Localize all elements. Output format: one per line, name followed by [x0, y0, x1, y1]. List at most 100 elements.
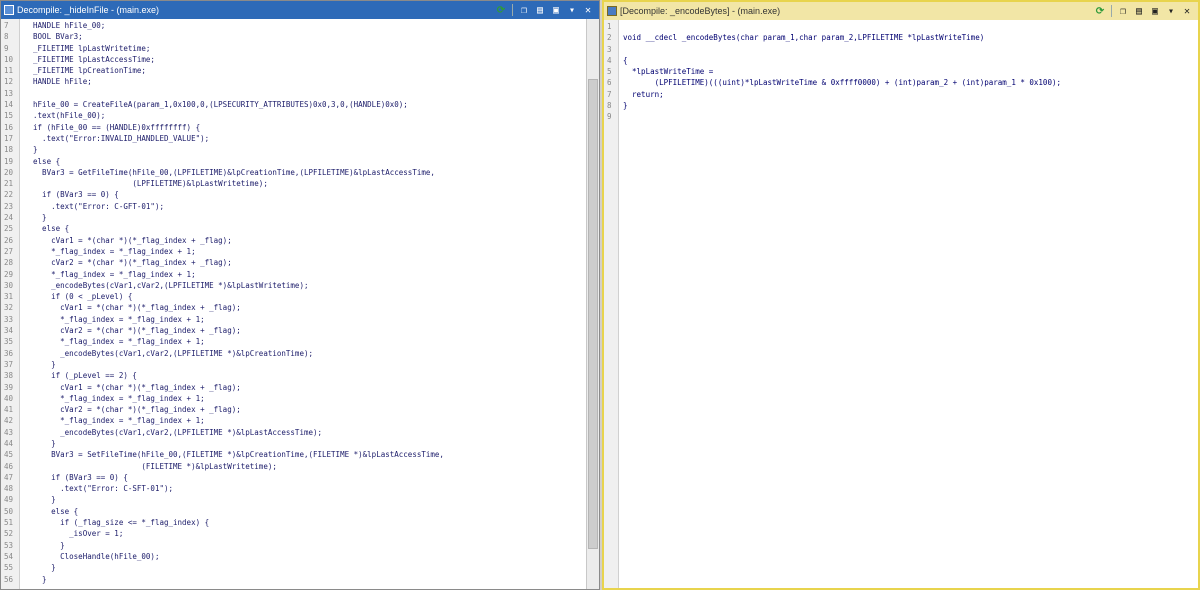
code-text[interactable]: _FILETIME lpCreationTime; — [18, 65, 146, 76]
code-line[interactable]: 33 *_flag_index = *_flag_index + 1; — [1, 314, 587, 325]
code-text[interactable]: (LPFILETIME)(((uint)*lpLastWriteTime & 0… — [617, 77, 1061, 88]
close-icon[interactable]: ✕ — [581, 3, 595, 17]
code-text[interactable]: if (_pLevel == 2) { — [18, 370, 137, 381]
code-text[interactable]: } — [18, 438, 56, 449]
code-line[interactable]: 37 } — [1, 359, 587, 370]
code-line[interactable]: 53 } — [1, 540, 587, 551]
code-text[interactable]: BVar3 = SetFileTime(hFile_00,(FILETIME *… — [18, 449, 444, 460]
code-text[interactable]: } — [18, 540, 65, 551]
code-text[interactable]: *lpLastWriteTime = — [617, 66, 713, 77]
code-text[interactable]: if (BVar3 == 0) { — [18, 472, 128, 483]
code-line[interactable]: 47 if (BVar3 == 0) { — [1, 472, 587, 483]
code-line[interactable]: 40 *_flag_index = *_flag_index + 1; — [1, 393, 587, 404]
code-text[interactable]: cVar1 = *(char *)(*_flag_index + _flag); — [18, 235, 232, 246]
code-line[interactable]: 45 BVar3 = SetFileTime(hFile_00,(FILETIM… — [1, 449, 587, 460]
code-text[interactable]: return; — [617, 89, 664, 100]
code-line[interactable]: 35 *_flag_index = *_flag_index + 1; — [1, 336, 587, 347]
export-icon[interactable]: ▤ — [1132, 4, 1146, 18]
code-line[interactable]: 22 if (BVar3 == 0) { — [1, 189, 587, 200]
code-line[interactable]: 49 } — [1, 494, 587, 505]
code-line[interactable]: 5 *lpLastWriteTime = — [604, 66, 1198, 77]
code-text[interactable] — [617, 44, 623, 55]
code-line[interactable]: 8 BOOL BVar3; — [1, 31, 587, 42]
scrollbar-thumb[interactable] — [588, 79, 598, 549]
snapshot-icon[interactable]: ▣ — [549, 3, 563, 17]
code-text[interactable]: _isOver = 1; — [18, 528, 123, 539]
code-line[interactable]: 46 (FILETIME *)&lpLastWritetime); — [1, 461, 587, 472]
code-text[interactable]: CloseHandle(hFile_00); — [18, 551, 159, 562]
menu-chevron-down-icon[interactable]: ▾ — [1164, 4, 1178, 18]
code-text[interactable]: _encodeBytes(cVar1,cVar2,(LPFILETIME *)&… — [18, 348, 313, 359]
code-text[interactable]: cVar2 = *(char *)(*_flag_index + _flag); — [18, 257, 232, 268]
code-line[interactable]: 12 HANDLE hFile; — [1, 76, 587, 87]
code-line[interactable]: 10 _FILETIME lpLastAccessTime; — [1, 54, 587, 65]
code-line[interactable]: 25 else { — [1, 223, 587, 234]
code-line[interactable]: 23 .text("Error: C-GFT-01"); — [1, 201, 587, 212]
code-line[interactable]: 56 } — [1, 574, 587, 585]
code-line[interactable]: 7 HANDLE hFile_00; — [1, 20, 587, 31]
code-line[interactable]: 34 cVar2 = *(char *)(*_flag_index + _fla… — [1, 325, 587, 336]
code-text[interactable]: .text("Error: C-SFT-01"); — [18, 483, 173, 494]
right-code-area[interactable]: 1 2 void __cdecl _encodeBytes(char param_1… — [604, 20, 1198, 588]
code-text[interactable]: *_flag_index = *_flag_index + 1; — [18, 393, 205, 404]
code-text[interactable]: if (hFile_00 == (HANDLE)0xffffffff) { — [18, 122, 200, 133]
code-line[interactable]: 14 hFile_00 = CreateFileA(param_1,0x100,… — [1, 99, 587, 110]
code-text[interactable] — [18, 88, 24, 99]
code-line[interactable]: 52 _isOver = 1; — [1, 528, 587, 539]
code-line[interactable]: 15 .text(hFile_00); — [1, 110, 587, 121]
code-text[interactable]: } — [18, 494, 56, 505]
code-line[interactable]: 28 cVar2 = *(char *)(*_flag_index + _fla… — [1, 257, 587, 268]
code-text[interactable]: hFile_00 = CreateFileA(param_1,0x100,0,(… — [18, 99, 408, 110]
code-line[interactable]: 43 _encodeBytes(cVar1,cVar2,(LPFILETIME … — [1, 427, 587, 438]
refresh-icon[interactable]: ⟳ — [1093, 4, 1107, 18]
code-text[interactable]: cVar2 = *(char *)(*_flag_index + _flag); — [18, 404, 241, 415]
code-text[interactable]: _FILETIME lpLastWritetime; — [18, 43, 150, 54]
code-line[interactable]: 31 if (0 < _pLevel) { — [1, 291, 587, 302]
code-text[interactable]: *_flag_index = *_flag_index + 1; — [18, 415, 205, 426]
left-code-area[interactable]: 7 HANDLE hFile_00; 8 BOOL BVar3; 9 _FILETI… — [1, 19, 587, 589]
right-titlebar[interactable]: [Decompile: _encodeBytes] - (main.exe) ⟳… — [604, 2, 1198, 20]
code-text[interactable]: } — [18, 144, 38, 155]
code-text[interactable]: if (0 < _pLevel) { — [18, 291, 132, 302]
code-text[interactable]: else { — [18, 223, 69, 234]
code-line[interactable]: 8} — [604, 100, 1198, 111]
left-vertical-scrollbar[interactable] — [586, 19, 599, 589]
code-line[interactable]: 20 BVar3 = GetFileTime(hFile_00,(LPFILET… — [1, 167, 587, 178]
code-text[interactable]: *_flag_index = *_flag_index + 1; — [18, 269, 196, 280]
code-text[interactable]: *_flag_index = *_flag_index + 1; — [18, 246, 196, 257]
code-line[interactable]: 42 *_flag_index = *_flag_index + 1; — [1, 415, 587, 426]
copy-icon[interactable]: ❐ — [1116, 4, 1130, 18]
left-titlebar[interactable]: Decompile: _hideInFile - (main.exe) ⟳ ❐ … — [1, 1, 599, 19]
code-text[interactable]: BVar3 = GetFileTime(hFile_00,(LPFILETIME… — [18, 167, 435, 178]
code-text[interactable]: cVar2 = *(char *)(*_flag_index + _flag); — [18, 325, 241, 336]
code-text[interactable]: .text("Error: C-GFT-01"); — [18, 201, 164, 212]
code-line[interactable]: 6 (LPFILETIME)(((uint)*lpLastWriteTime &… — [604, 77, 1198, 88]
export-icon[interactable]: ▤ — [533, 3, 547, 17]
code-line[interactable]: 41 cVar2 = *(char *)(*_flag_index + _fla… — [1, 404, 587, 415]
code-text[interactable]: } — [617, 100, 628, 111]
code-line[interactable]: 50 else { — [1, 506, 587, 517]
code-line[interactable]: 19 else { — [1, 156, 587, 167]
code-text[interactable]: _encodeBytes(cVar1,cVar2,(LPFILETIME *)&… — [18, 280, 308, 291]
code-text[interactable]: } — [18, 212, 47, 223]
code-line[interactable]: 21 (LPFILETIME)&lpLastWritetime); — [1, 178, 587, 189]
code-line[interactable]: 4{ — [604, 55, 1198, 66]
code-line[interactable]: 2 void __cdecl _encodeBytes(char param_1,… — [604, 32, 1198, 43]
code-text[interactable]: } — [18, 562, 56, 573]
code-line[interactable]: 7 return; — [604, 89, 1198, 100]
code-line[interactable]: 48 .text("Error: C-SFT-01"); — [1, 483, 587, 494]
code-line[interactable]: 11 _FILETIME lpCreationTime; — [1, 65, 587, 76]
code-line[interactable]: 9 _FILETIME lpLastWritetime; — [1, 43, 587, 54]
code-line[interactable]: 55 } — [1, 562, 587, 573]
code-line[interactable]: 54 CloseHandle(hFile_00); — [1, 551, 587, 562]
code-text[interactable] — [617, 111, 623, 122]
code-line[interactable]: 24 } — [1, 212, 587, 223]
code-text[interactable] — [617, 21, 623, 32]
code-text[interactable]: _FILETIME lpLastAccessTime; — [18, 54, 155, 65]
code-text[interactable]: _encodeBytes(cVar1,cVar2,(LPFILETIME *)&… — [18, 427, 322, 438]
code-text[interactable]: HANDLE hFile; — [18, 76, 92, 87]
code-text[interactable]: } — [18, 574, 47, 585]
code-line[interactable]: 29 *_flag_index = *_flag_index + 1; — [1, 269, 587, 280]
code-line[interactable]: 3 — [604, 44, 1198, 55]
code-line[interactable]: 18 } — [1, 144, 587, 155]
